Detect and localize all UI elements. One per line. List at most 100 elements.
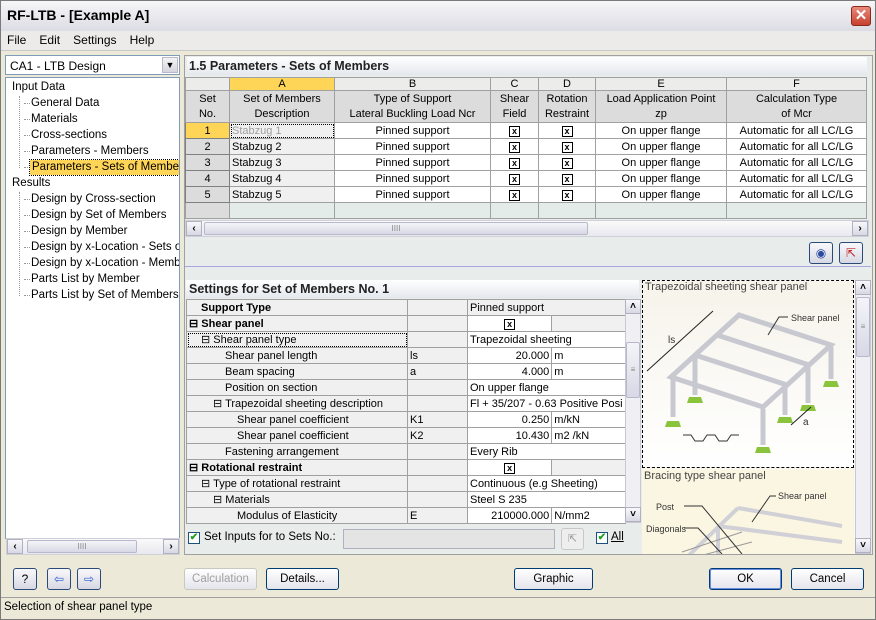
rotation-restraint-checkbox[interactable]: x	[538, 186, 596, 203]
details-button[interactable]: Details...	[266, 568, 339, 590]
scroll-right-icon[interactable]: ›	[163, 539, 179, 554]
settings-row[interactable]: Modulus of Elasticity E 210000.000 N/mm2	[186, 507, 626, 524]
bracing-preview[interactable]: Bracing type shear panel Post Diagonals …	[642, 470, 854, 554]
collapse-icon[interactable]: ⊟	[201, 478, 210, 490]
previous-icon[interactable]: ⇦	[47, 568, 71, 590]
load-point-cell[interactable]: On upper flange	[595, 138, 727, 155]
scroll-down-icon[interactable]: ˅	[855, 538, 871, 553]
empty-cell[interactable]	[538, 202, 596, 219]
table-row[interactable]: 3 Stabzug 3 Pinned support x x On upper …	[185, 154, 867, 171]
collapse-icon[interactable]: ⊟	[201, 334, 210, 346]
rotational-restraint-type-select[interactable]: Continuous (e.g Sheeting)	[467, 475, 626, 492]
select-sets-icon[interactable]: ⇱	[561, 528, 584, 550]
tree-root-input-data[interactable]: Input Data	[12, 80, 65, 95]
scroll-up-icon[interactable]: ˄	[625, 299, 641, 314]
tree-item-design-cross-section[interactable]: Design by Cross-section	[31, 192, 156, 207]
shear-field-checkbox[interactable]: x	[490, 138, 539, 155]
calc-type-cell[interactable]: Automatic for all LC/LG	[726, 170, 867, 187]
description-cell[interactable]: Stabzug 1	[229, 122, 335, 139]
scroll-thumb[interactable]: ≡	[626, 342, 640, 398]
material-select[interactable]: Steel S 235	[467, 491, 626, 508]
tree-item-parts-list-set-of-members[interactable]: Parts List by Set of Members	[31, 288, 179, 303]
shear-field-checkbox[interactable]: x	[490, 154, 539, 171]
scroll-thumb[interactable]: IIII	[204, 222, 588, 235]
column-letter-a[interactable]: A	[229, 77, 335, 91]
shear-field-checkbox[interactable]: x	[490, 186, 539, 203]
settings-row[interactable]: Shear panel length ls 20.000 m	[186, 347, 626, 364]
load-point-cell[interactable]: On upper flange	[595, 154, 727, 171]
rotational-restraint-checkbox[interactable]: x	[466, 459, 553, 476]
close-icon[interactable]: ✕	[851, 6, 871, 26]
description-cell[interactable]: Stabzug 3	[229, 154, 335, 171]
settings-row[interactable]: ⊟ Trapezoidal sheeting description Fl + 3…	[186, 395, 626, 412]
sheeting-description-select[interactable]: Fl + 35/207 - 0.63 Positive Posi	[467, 395, 626, 412]
empty-cell[interactable]	[595, 202, 727, 219]
row-number[interactable]: 4	[185, 170, 230, 187]
tree-item-design-x-location-sets[interactable]: Design by x-Location - Sets of Members	[31, 240, 179, 255]
all-checkbox[interactable]: ✔	[596, 531, 608, 544]
tree-root-results[interactable]: Results	[12, 176, 50, 191]
description-cell[interactable]: Stabzug 2	[229, 138, 335, 155]
ok-button[interactable]: OK	[709, 568, 782, 590]
scroll-right-icon[interactable]: ›	[852, 221, 868, 236]
set-inputs-checkbox[interactable]: ✔	[188, 531, 200, 544]
table-row[interactable]: 5 Stabzug 5 Pinned support x x On upper …	[185, 186, 867, 203]
settings-row[interactable]: ⊟ Rotational restraint x	[186, 459, 626, 476]
sets-no-input[interactable]	[343, 529, 555, 549]
table-row[interactable]: 1 Stabzug 1 Pinned support x x On upper …	[185, 122, 867, 139]
tree-item-parameters-sets-of-members[interactable]: Parameters - Sets of Members	[29, 159, 179, 176]
settings-row[interactable]: Position on section On upper flange	[186, 379, 626, 396]
shear-panel-length-input[interactable]: 20.000	[466, 347, 553, 364]
calc-type-cell[interactable]: Automatic for all LC/LG	[726, 186, 867, 203]
settings-row[interactable]: ⊟ Shear panel x	[186, 315, 626, 332]
load-point-cell[interactable]: On upper flange	[595, 186, 727, 203]
calc-type-cell[interactable]: Automatic for all LC/LG	[726, 154, 867, 171]
rotation-restraint-checkbox[interactable]: x	[538, 154, 596, 171]
scroll-up-icon[interactable]: ˄	[855, 280, 871, 295]
setting-value[interactable]: Pinned support	[467, 299, 626, 316]
position-select[interactable]: On upper flange	[467, 379, 626, 396]
row-number[interactable]: 2	[185, 138, 230, 155]
chevron-down-icon[interactable]: ▼	[162, 57, 178, 73]
column-letter-f[interactable]: F	[726, 77, 867, 91]
settings-row[interactable]: ⊟ Type of rotational restraint Continuous…	[186, 475, 626, 492]
calc-type-cell[interactable]: Automatic for all LC/LG	[726, 138, 867, 155]
column-letter-d[interactable]: D	[538, 77, 596, 91]
tree-item-design-set-of-members[interactable]: Design by Set of Members	[31, 208, 167, 223]
pick-pointer-icon[interactable]: ⇱	[839, 242, 863, 264]
table-horizontal-scrollbar[interactable]: ‹ IIII ›	[185, 220, 869, 237]
case-select[interactable]: CA1 - LTB Design ▼	[5, 55, 180, 75]
fastening-select[interactable]: Every Rib	[467, 443, 626, 460]
menu-file[interactable]: File	[3, 31, 30, 47]
column-letter-b[interactable]: B	[334, 77, 491, 91]
scroll-thumb[interactable]: ≡	[856, 297, 870, 357]
rotation-restraint-checkbox[interactable]: x	[538, 122, 596, 139]
tree-item-general-data[interactable]: General Data	[31, 96, 99, 111]
support-cell[interactable]: Pinned support	[334, 186, 491, 203]
shear-field-checkbox[interactable]: x	[490, 170, 539, 187]
shear-panel-checkbox[interactable]: x	[466, 315, 553, 332]
menu-settings[interactable]: Settings	[69, 31, 120, 47]
tree-item-parts-list-member[interactable]: Parts List by Member	[31, 272, 140, 287]
shear-field-checkbox[interactable]: x	[490, 122, 539, 139]
collapse-icon[interactable]: ⊟	[213, 494, 222, 506]
empty-cell[interactable]	[726, 202, 867, 219]
settings-row[interactable]: Shear panel coefficient K2 10.430 m2 /kN	[186, 427, 626, 444]
row-number[interactable]: 3	[185, 154, 230, 171]
support-cell[interactable]: Pinned support	[334, 170, 491, 187]
cancel-button[interactable]: Cancel	[791, 568, 864, 590]
support-cell[interactable]: Pinned support	[334, 122, 491, 139]
settings-vertical-scrollbar[interactable]: ˄ ≡ ˅	[625, 299, 641, 523]
settings-row[interactable]: ⊟ Shear panel type Trapezoidal sheeting	[186, 331, 626, 348]
rotation-restraint-checkbox[interactable]: x	[538, 138, 596, 155]
tree-item-materials[interactable]: Materials	[31, 112, 78, 127]
column-letter-e[interactable]: E	[595, 77, 727, 91]
shear-panel-type-select[interactable]: Trapezoidal sheeting	[467, 331, 626, 348]
next-icon[interactable]: ⇨	[77, 568, 101, 590]
row-number[interactable]: 5	[185, 186, 230, 203]
description-cell[interactable]: Stabzug 4	[229, 170, 335, 187]
calc-type-cell[interactable]: Automatic for all LC/LG	[726, 122, 867, 139]
support-cell[interactable]: Pinned support	[334, 138, 491, 155]
scroll-left-icon[interactable]: ‹	[186, 221, 202, 236]
settings-row[interactable]: Support Type Pinned support	[186, 299, 626, 316]
